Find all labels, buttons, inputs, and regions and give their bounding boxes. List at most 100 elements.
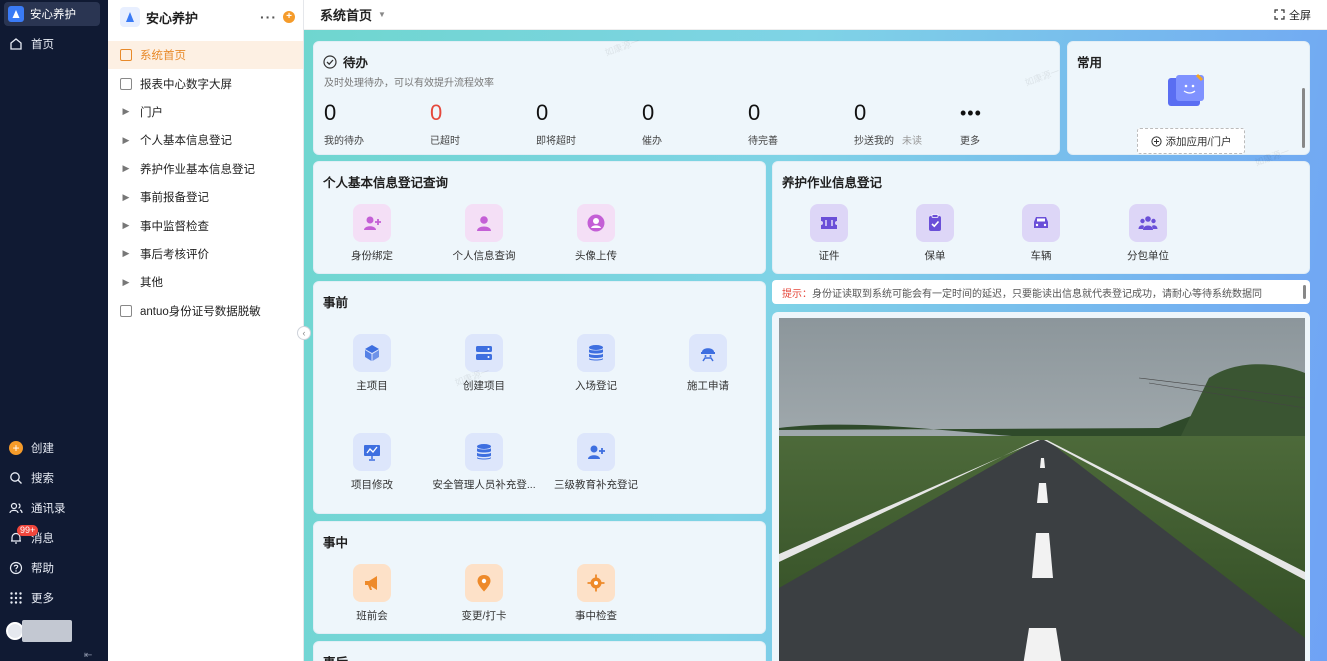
user-avatar[interactable] xyxy=(6,618,72,644)
rail-search-label: 搜索 xyxy=(31,473,54,485)
app-tile[interactable]: 班前会 xyxy=(317,564,427,623)
app-tile-label: 入场登记 xyxy=(575,380,617,392)
sidebar-header: 安心养护 ··· + xyxy=(120,5,295,29)
presentation-icon xyxy=(353,433,391,471)
app-root: 安心养护 首页 + 创建 搜索 通讯录 99+ 消息 帮助 更多 ⇤ 安心养护 … xyxy=(0,0,1327,661)
rail-messages[interactable]: 99+ 消息 xyxy=(9,525,54,546)
chevron-down-icon[interactable]: ▼ xyxy=(378,10,386,19)
app-tile[interactable]: 三级教育补充登记 xyxy=(541,433,651,492)
app-tile-label: 变更/打卡 xyxy=(461,610,507,622)
todo-stat-label-text: 已超时 xyxy=(430,136,460,147)
sidebar-item[interactable]: ▶ 养护作业基本信息登记 xyxy=(108,155,303,183)
app-tile[interactable]: 证件 xyxy=(774,204,884,263)
todo-stat[interactable]: 0 抄送我的 未读 xyxy=(854,100,944,147)
sidebar-item-label: 事后考核评价 xyxy=(140,248,209,261)
sidebar-item[interactable]: ▶ 个人基本信息登记 xyxy=(108,126,303,154)
app-tile[interactable]: 事中检查 xyxy=(541,564,651,623)
sidebar-item[interactable]: ▶ 门户 xyxy=(108,98,303,126)
notice-bar: 提示： 身份证读取到系统可能会有一定时间的延迟，只要能读出信息就代表登记成功，请… xyxy=(772,280,1310,304)
rail-create[interactable]: + 创建 xyxy=(9,440,54,456)
sidebar-item-label: antuo身份证号数据脱敏 xyxy=(140,305,261,318)
rail-home[interactable]: 首页 xyxy=(9,36,54,52)
common-scrollbar[interactable] xyxy=(1302,88,1305,148)
app-tile[interactable]: 分包单位 xyxy=(1093,204,1203,263)
collapse-rail-icon[interactable]: ⇤ xyxy=(84,650,92,661)
app-tile[interactable]: 项目修改 xyxy=(317,433,427,492)
todo-stat[interactable]: 0 催办 xyxy=(642,100,732,147)
sidebar-item-label: 报表中心数字大屏 xyxy=(140,78,232,91)
app-tile-label: 身份绑定 xyxy=(351,250,393,262)
dashboard-icon xyxy=(120,77,132,90)
app-tile[interactable]: 头像上传 xyxy=(541,204,651,263)
rail-contacts[interactable]: 通讯录 xyxy=(9,500,66,516)
dashboard-icon xyxy=(120,49,132,62)
app-tile[interactable]: 身份绑定 xyxy=(317,204,427,263)
sidebar-item[interactable]: 报表中心数字大屏 xyxy=(108,69,303,97)
sidebar-item[interactable]: ▶ 事中监督检查 xyxy=(108,211,303,239)
sidebar-item-label: 养护作业基本信息登记 xyxy=(140,163,255,176)
rail-search[interactable]: 搜索 xyxy=(9,470,54,486)
todo-stat-label-text: 即将超时 xyxy=(536,136,576,147)
todo-stat[interactable]: 0 已超时 xyxy=(430,100,520,147)
more-options-icon[interactable]: ··· xyxy=(260,9,277,25)
todo-more-label: 更多 xyxy=(960,136,980,147)
user-plus-icon xyxy=(577,433,615,471)
sidebar-item[interactable]: 系统首页 xyxy=(108,41,303,70)
contacts-icon xyxy=(9,502,23,514)
rail-home-label: 首页 xyxy=(31,39,54,51)
app-tile[interactable]: 车辆 xyxy=(986,204,1096,263)
app-tile[interactable]: 个人信息查询 xyxy=(429,204,539,263)
todo-stat[interactable]: 0 待完善 xyxy=(748,100,838,147)
sidebar-item[interactable]: ▶ 事前报备登记 xyxy=(108,183,303,211)
app-tile[interactable]: 变更/打卡 xyxy=(429,564,539,623)
rail-more-label: 更多 xyxy=(31,593,54,605)
app-tile-label: 施工申请 xyxy=(687,380,729,392)
worker-icon xyxy=(689,334,727,372)
todo-stat-value: 0 xyxy=(430,100,443,125)
todo-stat-value: 0 xyxy=(854,100,867,125)
team-icon xyxy=(1129,204,1167,242)
plus-circle-icon xyxy=(1150,135,1162,147)
rail-more[interactable]: 更多 xyxy=(9,590,54,606)
sidebar-collapse-toggle[interactable]: ‹ xyxy=(297,326,311,340)
app-tile[interactable]: 施工申请 xyxy=(653,334,763,393)
ticket-icon xyxy=(810,204,848,242)
add-icon[interactable]: + xyxy=(283,11,295,23)
user-plus-icon xyxy=(353,204,391,242)
app-tile[interactable]: 主项目 xyxy=(317,334,427,393)
notice-scrollbar[interactable] xyxy=(1303,285,1306,299)
rail-help[interactable]: 帮助 xyxy=(9,560,54,576)
common-title: 常用 xyxy=(1077,56,1103,70)
app-tile[interactable]: 入场登记 xyxy=(541,334,651,393)
page-title[interactable]: 系统首页 xyxy=(320,5,372,24)
sidebar-item[interactable]: ▶ 事后考核评价 xyxy=(108,240,303,268)
app-tile-label: 分包单位 xyxy=(1127,250,1169,262)
app-tile[interactable]: 保单 xyxy=(880,204,990,263)
user-name-redacted xyxy=(22,620,72,642)
more-dots-icon: ••• xyxy=(960,103,982,123)
messages-badge: 99+ xyxy=(17,525,39,536)
location-pin-icon xyxy=(465,564,503,602)
todo-stat[interactable]: 0 我的待办 xyxy=(324,100,414,147)
common-card: 常用 添加应用/门户 xyxy=(1067,41,1310,155)
maintenance-card: 养护作业信息登记 证件 保单 车辆 分包单位 xyxy=(772,161,1310,274)
banner-image-card xyxy=(772,312,1310,661)
sidebar-item-label: 系统首页 xyxy=(140,50,186,63)
fullscreen-label: 全屏 xyxy=(1289,9,1311,22)
top-bar: 系统首页 ▼ 全屏 xyxy=(304,0,1327,30)
app-tile[interactable]: 创建项目 xyxy=(429,334,539,393)
sidebar-item[interactable]: ▶ 其他 xyxy=(108,268,303,296)
sidebar-nav: 系统首页报表中心数字大屏 ▶ 门户 ▶ 个人基本信息登记 ▶ 养护作业基本信息登记 ▶ 事前报备… xyxy=(108,41,303,325)
todo-stat-label-text: 催办 xyxy=(642,136,662,147)
todo-title: 待办 xyxy=(343,56,369,70)
road-photo xyxy=(779,318,1305,661)
workspace-switcher[interactable]: 安心养护 xyxy=(4,2,100,26)
add-app-button[interactable]: 添加应用/门户 xyxy=(1137,128,1245,154)
app-tile[interactable]: 安全管理人员补充登... xyxy=(429,433,539,492)
todo-more[interactable]: ••• 更多 xyxy=(960,100,1050,147)
after-card: 事后 xyxy=(313,641,766,661)
rail-contacts-label: 通讯录 xyxy=(31,503,66,515)
todo-stat[interactable]: 0 即将超时 xyxy=(536,100,626,147)
sidebar-item[interactable]: antuo身份证号数据脱敏 xyxy=(108,297,303,325)
fullscreen-button[interactable]: 全屏 xyxy=(1274,7,1311,23)
